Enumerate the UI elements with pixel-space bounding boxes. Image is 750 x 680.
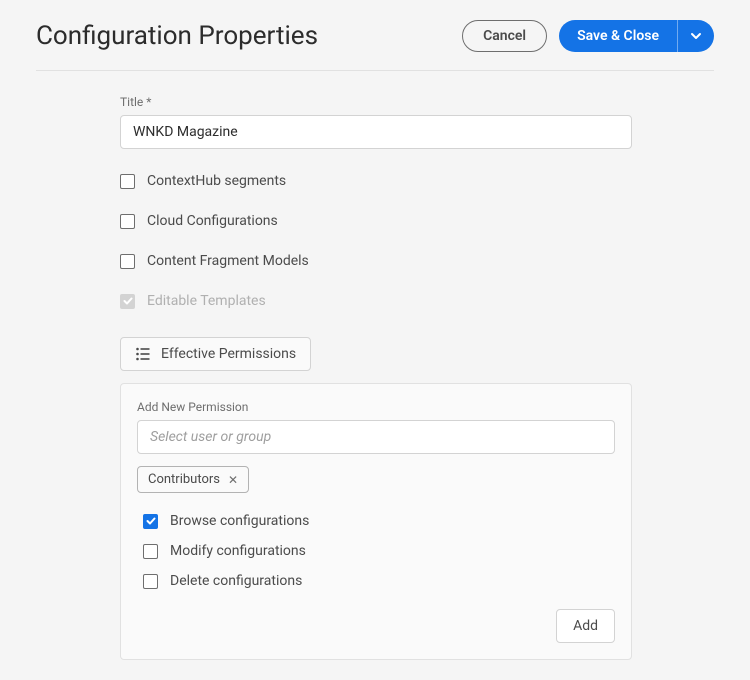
chip-remove-icon[interactable]: ✕ [228, 473, 238, 487]
cloudconfig-label: Cloud Configurations [147, 213, 278, 229]
page-title: Configuration Properties [36, 21, 318, 51]
save-button-group: Save & Close [559, 20, 714, 52]
user-group-input[interactable] [137, 420, 615, 454]
browse-checkbox[interactable] [143, 514, 158, 529]
browse-label: Browse configurations [170, 513, 309, 529]
form-area: Title * ContextHub segments Cloud Config… [120, 95, 632, 660]
effective-permissions-label: Effective Permissions [161, 346, 296, 362]
modify-option[interactable]: Modify configurations [143, 543, 615, 559]
title-label: Title * [120, 95, 632, 109]
contexthub-option[interactable]: ContextHub segments [120, 173, 632, 189]
delete-option[interactable]: Delete configurations [143, 573, 615, 589]
contentfragment-option[interactable]: Content Fragment Models [120, 253, 632, 269]
add-permission-label: Add New Permission [137, 400, 615, 414]
browse-option[interactable]: Browse configurations [143, 513, 615, 529]
contributors-chip[interactable]: Contributors ✕ [137, 466, 249, 493]
delete-checkbox[interactable] [143, 574, 158, 589]
modify-checkbox[interactable] [143, 544, 158, 559]
list-icon [135, 346, 151, 362]
contexthub-label: ContextHub segments [147, 173, 286, 189]
contexthub-checkbox[interactable] [120, 174, 135, 189]
cloudconfig-checkbox[interactable] [120, 214, 135, 229]
contentfragment-label: Content Fragment Models [147, 253, 309, 269]
delete-label: Delete configurations [170, 573, 302, 589]
cloudconfig-option[interactable]: Cloud Configurations [120, 213, 632, 229]
editabletemplates-option: Editable Templates [120, 293, 632, 309]
contentfragment-checkbox[interactable] [120, 254, 135, 269]
page-header: Configuration Properties Cancel Save & C… [36, 20, 714, 71]
modify-label: Modify configurations [170, 543, 306, 559]
save-dropdown-button[interactable] [677, 20, 714, 52]
check-icon [123, 296, 133, 306]
chip-label: Contributors [148, 472, 220, 487]
cancel-button[interactable]: Cancel [462, 20, 547, 52]
editabletemplates-label: Editable Templates [147, 293, 266, 309]
title-input[interactable] [120, 115, 632, 149]
add-button[interactable]: Add [556, 609, 615, 643]
permissions-panel: Add New Permission Contributors ✕ Browse… [120, 383, 632, 660]
save-close-button[interactable]: Save & Close [559, 20, 677, 52]
header-actions: Cancel Save & Close [462, 20, 714, 52]
editabletemplates-checkbox [120, 294, 135, 309]
check-icon [146, 516, 156, 526]
chevron-down-icon [690, 30, 702, 42]
effective-permissions-button[interactable]: Effective Permissions [120, 337, 311, 371]
add-button-row: Add [137, 609, 615, 643]
